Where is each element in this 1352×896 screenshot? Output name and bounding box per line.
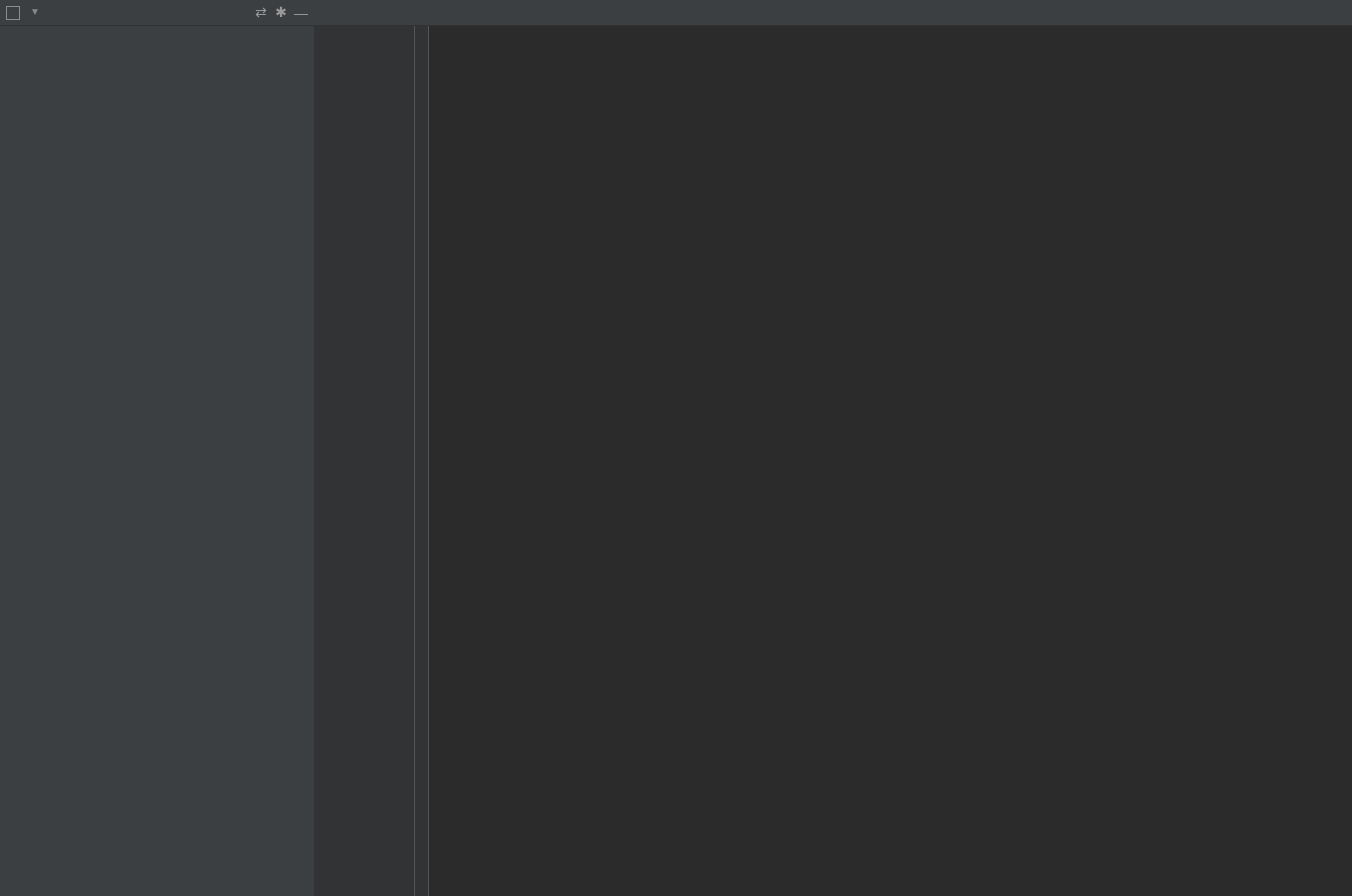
chevron-down-icon[interactable]: ▼ xyxy=(30,7,40,18)
fold-column[interactable] xyxy=(405,26,429,896)
project-tree[interactable] xyxy=(0,26,315,896)
gear-icon[interactable]: ✱ xyxy=(273,5,289,21)
fold-line xyxy=(414,26,415,896)
project-icon xyxy=(6,6,20,20)
sidebar-header: ▼ ⇄ ✱ — xyxy=(0,0,315,25)
main xyxy=(0,26,1352,896)
code-area[interactable] xyxy=(429,26,1352,896)
minimize-icon[interactable]: — xyxy=(293,5,309,21)
top-bar: ▼ ⇄ ✱ — xyxy=(0,0,1352,26)
tabs-bar xyxy=(315,0,1352,25)
locate-icon[interactable]: ⇄ xyxy=(253,5,269,21)
gutter xyxy=(315,26,405,896)
